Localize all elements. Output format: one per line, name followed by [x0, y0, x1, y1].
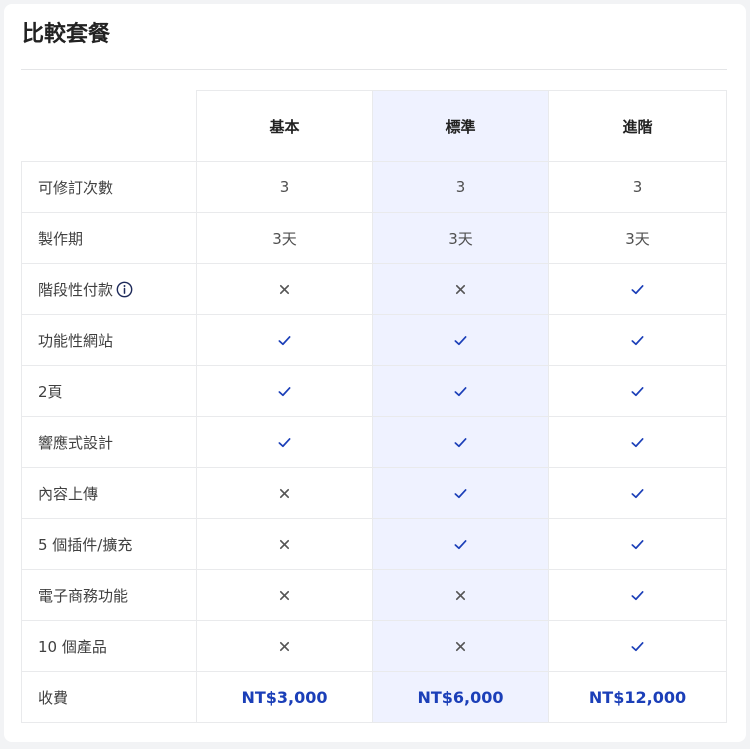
check-icon	[630, 486, 645, 501]
price-basic: NT$3,000	[197, 672, 373, 723]
feature-label: 內容上傳	[21, 468, 197, 519]
feature-value-advanced	[549, 570, 727, 621]
cross-icon	[278, 640, 291, 653]
cross-icon	[454, 589, 467, 602]
check-icon	[630, 588, 645, 603]
feature-label: 5 個插件/擴充	[21, 519, 197, 570]
feature-value-advanced	[549, 621, 727, 672]
cross-icon	[454, 283, 467, 296]
feature-label-text: 可修訂次數	[38, 178, 114, 197]
check-icon	[277, 384, 292, 399]
feature-label: 功能性網站	[21, 315, 197, 366]
price-advanced: NT$12,000	[549, 672, 727, 723]
check-icon	[453, 435, 468, 450]
feature-value-advanced	[549, 468, 727, 519]
check-icon	[630, 282, 645, 297]
feature-label: 電子商務功能	[21, 570, 197, 621]
feature-value-basic: 3天	[197, 213, 373, 264]
check-icon	[453, 333, 468, 348]
feature-label: 製作期	[21, 213, 197, 264]
cross-icon	[278, 538, 291, 551]
check-icon	[630, 333, 645, 348]
feature-label-text: 內容上傳	[38, 484, 99, 503]
feature-label-text: 功能性網站	[38, 331, 114, 350]
feature-value-standard: 3天	[373, 213, 549, 264]
feature-label: 2頁	[21, 366, 197, 417]
compare-plans-card: 比較套餐 基本 標準 進階 可修訂次數 3 3 3 製作期 3天 3天 3天 階段性付款 功能性網站 2頁…	[4, 4, 746, 742]
feature-value-basic	[197, 315, 373, 366]
feature-value-advanced	[549, 366, 727, 417]
cross-icon	[278, 283, 291, 296]
check-icon	[630, 639, 645, 654]
feature-label: 階段性付款	[21, 264, 197, 315]
feature-value-advanced: 3	[549, 162, 727, 213]
feature-value-advanced	[549, 315, 727, 366]
feature-label-text: 2頁	[38, 382, 63, 401]
feature-value-standard	[373, 519, 549, 570]
feature-value-standard	[373, 570, 549, 621]
check-icon	[630, 384, 645, 399]
feature-label-text: 10 個產品	[38, 637, 107, 656]
feature-value-standard	[373, 621, 549, 672]
feature-value-advanced	[549, 264, 727, 315]
feature-label-text: 製作期	[38, 229, 84, 248]
feature-value-basic	[197, 366, 373, 417]
feature-value-advanced: 3天	[549, 213, 727, 264]
feature-label-text: 階段性付款	[38, 280, 114, 299]
feature-label-text: 5 個插件/擴充	[38, 535, 133, 554]
check-icon	[277, 435, 292, 450]
price-standard: NT$6,000	[373, 672, 549, 723]
check-icon	[630, 435, 645, 450]
feature-value-standard	[373, 264, 549, 315]
comparison-table: 基本 標準 進階 可修訂次數 3 3 3 製作期 3天 3天 3天 階段性付款 功能性網站 2頁 響應式設計…	[21, 90, 727, 723]
feature-value-standard	[373, 417, 549, 468]
table-corner	[21, 90, 197, 162]
feature-value-advanced	[549, 417, 727, 468]
check-icon	[453, 537, 468, 552]
check-icon	[630, 537, 645, 552]
check-icon	[453, 486, 468, 501]
feature-value-basic: 3	[197, 162, 373, 213]
check-icon	[277, 333, 292, 348]
feature-value-basic	[197, 570, 373, 621]
plan-header-advanced: 進階	[549, 90, 727, 162]
feature-value-standard	[373, 315, 549, 366]
price-label: 收費	[21, 672, 197, 723]
feature-value-advanced	[549, 519, 727, 570]
feature-value-standard	[373, 366, 549, 417]
feature-value-basic	[197, 468, 373, 519]
feature-label: 可修訂次數	[21, 162, 197, 213]
feature-value-standard	[373, 468, 549, 519]
plan-header-basic: 基本	[197, 90, 373, 162]
feature-label-text: 電子商務功能	[38, 586, 129, 605]
check-icon	[453, 384, 468, 399]
info-icon[interactable]	[116, 281, 133, 298]
feature-label-text: 響應式設計	[38, 433, 114, 452]
plan-header-standard: 標準	[373, 90, 549, 162]
cross-icon	[278, 487, 291, 500]
feature-value-basic	[197, 264, 373, 315]
page-title: 比較套餐	[22, 22, 111, 47]
cross-icon	[278, 589, 291, 602]
feature-label: 響應式設計	[21, 417, 197, 468]
feature-value-basic	[197, 621, 373, 672]
feature-value-basic	[197, 417, 373, 468]
feature-label: 10 個產品	[21, 621, 197, 672]
feature-value-basic	[197, 519, 373, 570]
feature-value-standard: 3	[373, 162, 549, 213]
cross-icon	[454, 640, 467, 653]
divider	[21, 69, 727, 70]
